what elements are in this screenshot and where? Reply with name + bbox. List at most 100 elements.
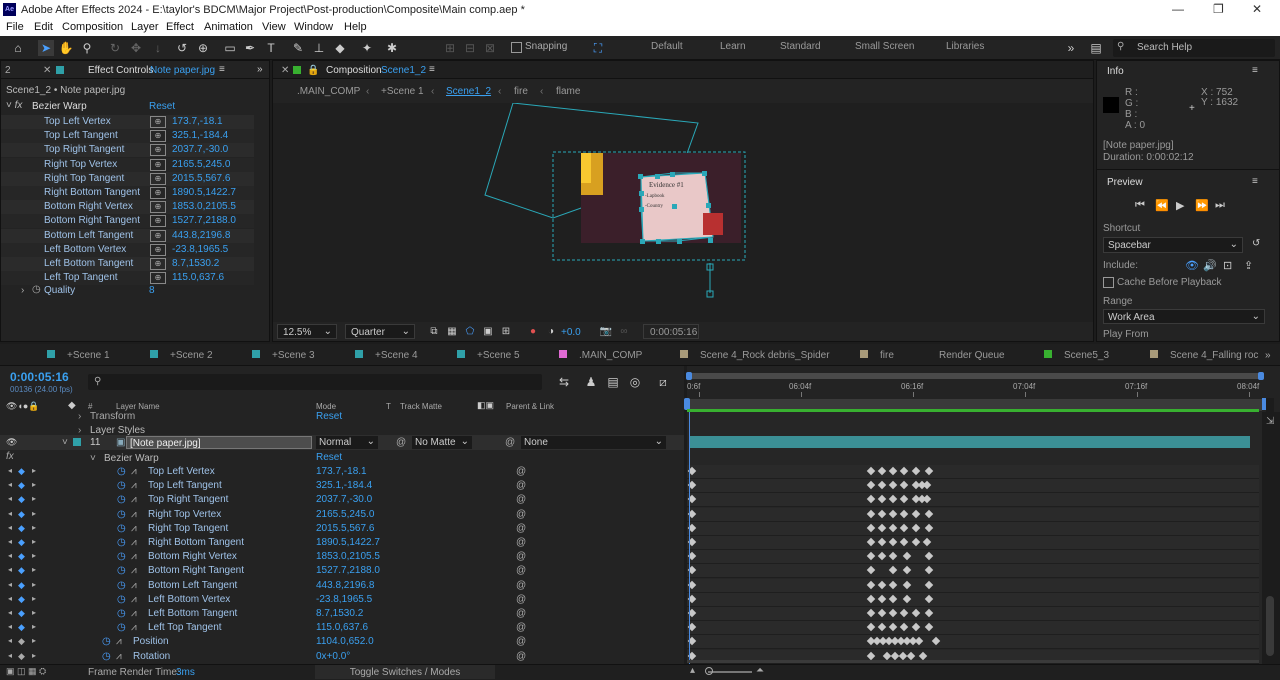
brush-tool-icon[interactable]: ✎ [290, 40, 306, 56]
clone-stamp-icon[interactable]: ⊥ [311, 40, 327, 56]
property-value[interactable]: 325.1,-184.4 [316, 480, 372, 491]
timeline-tab[interactable]: +Scene 5 [457, 350, 520, 361]
keyframe[interactable] [922, 537, 932, 547]
property-row[interactable]: ◂ ◆ ▸ ◷ ⩘ Bottom Right Vertex 1853.0,210… [0, 550, 680, 564]
point-control-icon[interactable]: ⊕ [150, 187, 166, 199]
keyframe[interactable] [866, 580, 876, 589]
keyframe[interactable] [899, 537, 909, 547]
layer-expand-icon[interactable]: ˅ [62, 437, 68, 448]
transparency-grid-icon[interactable]: ▦ [444, 324, 460, 340]
keyframe-nav-next-icon[interactable]: ▸ [32, 608, 36, 617]
menu-help[interactable]: Help [344, 21, 367, 33]
pen-tool-icon[interactable]: ✒ [242, 40, 258, 56]
workspace-standard[interactable]: Standard [780, 41, 821, 52]
axis-world-icon[interactable]: ⊟ [462, 40, 478, 56]
keyframe[interactable] [899, 466, 909, 476]
maximize-icon[interactable]: ❐ [1213, 2, 1224, 16]
timeline-tab[interactable]: Scene5_3 [1044, 350, 1109, 361]
snapshot-camera-icon[interactable]: 📷 [598, 324, 614, 340]
property-value[interactable]: 2015.5,567.6 [316, 523, 374, 534]
orbit-tool-icon[interactable]: ↻ [107, 40, 123, 56]
timeline-timecode[interactable]: 0:00:05:16 [10, 370, 69, 384]
keyframe[interactable] [924, 466, 934, 476]
keyframe[interactable] [877, 580, 887, 589]
keyframe[interactable] [866, 523, 876, 533]
keyframe-add-icon[interactable]: ◆ [18, 580, 25, 591]
stopwatch-icon[interactable]: ◷ [117, 594, 126, 605]
mask-path-icon[interactable]: ⬠ [462, 324, 478, 340]
footer-icons[interactable]: ▣ ◫ ▦ ⛭ [6, 666, 46, 677]
keyframe-nav-prev-icon[interactable]: ◂ [8, 551, 12, 560]
property-value[interactable]: 0x+0.0° [316, 651, 350, 662]
keyframe[interactable] [877, 466, 887, 476]
keyframe-nav-next-icon[interactable]: ▸ [32, 480, 36, 489]
keyframe[interactable] [899, 495, 909, 504]
point-control-icon[interactable]: ⊕ [150, 201, 166, 214]
property-row[interactable]: ◂ ◆ ▸ ◷ ⩘ Left Bottom Vertex -23.8,1965.… [0, 593, 680, 607]
keyframe[interactable] [899, 622, 909, 632]
property-row[interactable]: ◂ ◆ ▸ ◷ ⩘ Bottom Right Tangent 1527.7,21… [0, 564, 680, 578]
expression-pickwhip-icon[interactable]: @ [516, 608, 526, 619]
property-value[interactable]: 443.8,2196.8 [316, 580, 374, 591]
shortcut-dropdown[interactable]: Spacebar ⌄ [1103, 237, 1243, 253]
panel-expand-icon[interactable]: » [257, 64, 263, 75]
keyframe[interactable] [888, 523, 898, 533]
menu-layer[interactable]: Layer [131, 21, 159, 33]
snapping-checkbox[interactable] [511, 42, 522, 53]
timeline-tab[interactable]: Scene 4_Rock debris_Spider [680, 350, 830, 361]
current-time-display[interactable]: 0:00:05:16 [643, 324, 699, 339]
keyframe[interactable] [924, 566, 934, 575]
keyframe[interactable] [888, 480, 898, 490]
crumb-scene1[interactable]: +Scene 1 [381, 86, 424, 97]
eraser-tool-icon[interactable]: ◆ [332, 40, 348, 56]
keyframe-nav-prev-icon[interactable]: ◂ [8, 509, 12, 518]
layer-visibility-icon[interactable]: 👁 [6, 437, 17, 448]
stopwatch-icon[interactable]: ◷ [117, 537, 126, 548]
graph-editor-icon[interactable]: ⧄ [655, 374, 671, 390]
property-value[interactable]: 2165.5,245.0 [316, 509, 374, 520]
keyframe[interactable] [911, 509, 921, 518]
keyframe[interactable] [877, 537, 887, 547]
stopwatch-icon[interactable]: ◷ [102, 651, 111, 662]
fx-icon[interactable]: fx [6, 451, 14, 462]
keyframe[interactable] [888, 566, 898, 575]
keyframe-nav-next-icon[interactable]: ▸ [32, 622, 36, 631]
keyframe-nav-next-icon[interactable]: ▸ [32, 509, 36, 518]
expression-pickwhip-icon[interactable]: @ [516, 651, 526, 662]
timeline-search[interactable]: ⚲ [88, 374, 542, 390]
menu-composition[interactable]: Composition [62, 21, 123, 33]
keyframe[interactable] [866, 480, 876, 490]
timeline-tab[interactable]: +Scene 4 [355, 350, 418, 361]
search-help-box[interactable]: ⚲ Search Help [1113, 39, 1275, 57]
zoom-out-icon[interactable]: ▴ [690, 665, 695, 676]
keyframe-nav-prev-icon[interactable]: ◂ [8, 537, 12, 546]
point-control-icon[interactable]: ⊕ [150, 130, 166, 143]
stopwatch-icon[interactable]: ◷ [117, 466, 126, 477]
exposure-value[interactable]: +0.0 [561, 327, 581, 338]
expression-pickwhip-icon[interactable]: @ [516, 523, 526, 534]
expression-pickwhip-icon[interactable]: @ [516, 466, 526, 477]
timeline-tab[interactable]: .MAIN_COMP [559, 350, 642, 361]
effect-param-row[interactable]: Right Top Vertex ⊕ 2165.5,245.0 [1, 157, 254, 172]
type-tool-icon[interactable]: T [263, 40, 279, 56]
include-video-icon[interactable]: 👁 [1185, 259, 1199, 272]
av-switches-icons[interactable]: 👁◖●🔒 [6, 401, 40, 412]
show-snapshot-icon[interactable]: ∞ [616, 324, 632, 340]
graph-icon[interactable]: ⩘ [131, 622, 137, 633]
axis-local-icon[interactable]: ⊞ [442, 40, 458, 56]
transform-reset[interactable]: Reset [316, 411, 342, 422]
anchor-tool-icon[interactable]: ⊕ [195, 40, 211, 56]
keyframe[interactable] [924, 580, 934, 589]
keyframe[interactable] [866, 594, 876, 604]
menu-file[interactable]: File [6, 21, 24, 33]
keyframe[interactable] [866, 566, 876, 575]
keyframe-add-icon[interactable]: ◆ [18, 651, 25, 662]
workspace-small-screen[interactable]: Small Screen [855, 41, 914, 52]
property-value[interactable]: 1527.7,2188.0 [316, 565, 380, 576]
axis-view-icon[interactable]: ⊠ [482, 40, 498, 56]
graph-icon[interactable]: ⩘ [131, 480, 137, 491]
property-value[interactable]: 1853.0,2105.5 [316, 551, 380, 562]
graph-icon[interactable]: ⩘ [131, 466, 137, 477]
keyframe-nav-prev-icon[interactable]: ◂ [8, 565, 12, 574]
keyframe[interactable] [888, 537, 898, 547]
